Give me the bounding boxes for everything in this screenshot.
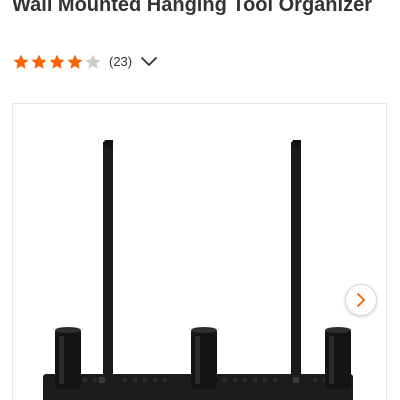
hanging-rod-left [103, 142, 113, 387]
tool-holder-right [325, 327, 351, 389]
star-rating [12, 53, 102, 71]
next-image-button[interactable] [345, 284, 377, 316]
product-page: Wall Mounted Hanging Tool Organizer (23) [0, 0, 400, 400]
chevron-down-icon[interactable] [140, 56, 158, 68]
rail-bolt [99, 377, 105, 383]
rail-bolt [293, 377, 299, 383]
star-icon [49, 54, 65, 69]
product-title: Wall Mounted Hanging Tool Organizer [12, 0, 372, 16]
hanging-rod-right [291, 142, 301, 387]
product-image-gallery[interactable] [12, 103, 387, 400]
chevron-right-icon [357, 293, 365, 307]
star-icon [85, 54, 101, 69]
rating-row[interactable]: (23) [12, 53, 158, 71]
star-icon [67, 54, 83, 69]
tool-holder-center [191, 327, 217, 389]
star-icon [31, 54, 47, 69]
review-count[interactable]: (23) [109, 53, 132, 71]
star-icon [13, 54, 29, 69]
product-image [43, 140, 353, 400]
tool-holder-left [55, 327, 81, 389]
